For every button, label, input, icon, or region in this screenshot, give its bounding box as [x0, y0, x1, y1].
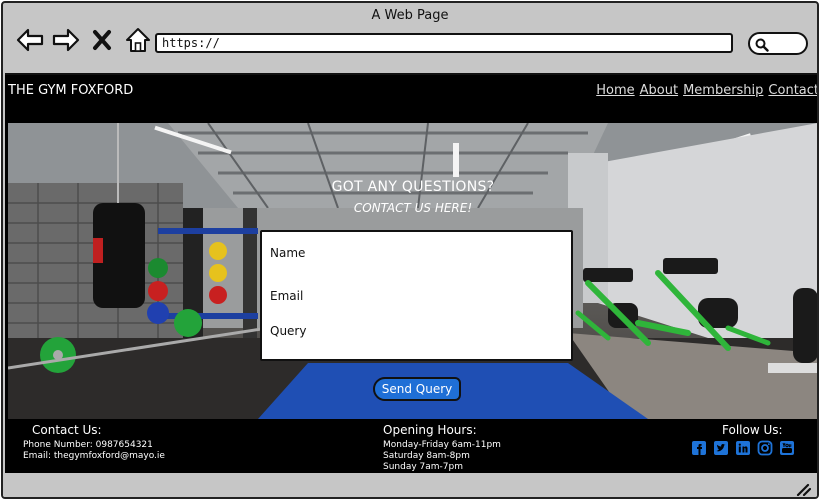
email-field[interactable]: Email — [270, 289, 303, 303]
nav-link-about[interactable]: About — [640, 83, 678, 98]
hours-saturday: Saturday 8am-8pm — [383, 451, 470, 461]
search-icon — [755, 37, 769, 56]
linkedin-icon[interactable] — [735, 440, 751, 456]
facebook-icon[interactable] — [691, 440, 707, 456]
twitter-icon[interactable] — [713, 440, 729, 456]
address-bar[interactable]: https:// — [155, 33, 733, 53]
follow-title: Follow Us: — [722, 423, 783, 437]
nav-link-membership[interactable]: Membership — [683, 83, 763, 98]
window-title: A Web Page — [371, 8, 449, 23]
site-footer: Contact Us: Phone Number: 0987654321 Ema… — [5, 420, 817, 473]
hero-section: GOT ANY QUESTIONS? CONTACT US HERE! Name… — [8, 123, 817, 419]
site-brand[interactable]: THE GYM FOXFORD — [8, 83, 133, 98]
youtube-icon[interactable] — [779, 440, 795, 456]
main-nav: Home About Membership Contact — [596, 83, 817, 98]
resize-grip-icon[interactable] — [795, 481, 812, 497]
contact-email: Email: thegymfoxford@mayo.ie — [23, 451, 165, 461]
contact-title: Contact Us: — [32, 423, 102, 437]
hero-title: GOT ANY QUESTIONS? — [331, 179, 495, 195]
site-header: THE GYM FOXFORD Home About Membership Co… — [5, 75, 817, 122]
social-links — [691, 440, 795, 456]
home-icon[interactable] — [123, 25, 153, 55]
status-bar — [3, 477, 817, 497]
contact-form: Name Email Query — [260, 230, 573, 361]
hours-weekday: Monday-Friday 6am-11pm — [383, 440, 501, 450]
browser-window: A Web Page https:// THE GYM FOXFORD Home… — [1, 1, 819, 499]
nav-link-home[interactable]: Home — [596, 83, 634, 98]
hero-subtitle: CONTACT US HERE! — [353, 201, 473, 215]
back-arrow-icon[interactable] — [15, 25, 45, 55]
query-field[interactable]: Query — [270, 324, 306, 338]
browser-search-button[interactable] — [748, 32, 808, 55]
hours-sunday: Sunday 7am-7pm — [383, 462, 463, 472]
page-viewport: THE GYM FOXFORD Home About Membership Co… — [5, 73, 817, 473]
close-icon[interactable] — [87, 25, 117, 55]
send-query-button[interactable]: Send Query — [373, 377, 461, 401]
contact-phone: Phone Number: 0987654321 — [23, 440, 153, 450]
name-field[interactable]: Name — [270, 246, 305, 260]
forward-arrow-icon[interactable] — [51, 25, 81, 55]
browser-nav — [15, 25, 153, 55]
hours-title: Opening Hours: — [383, 423, 477, 437]
nav-link-contact[interactable]: Contact — [768, 83, 817, 98]
instagram-icon[interactable] — [757, 440, 773, 456]
